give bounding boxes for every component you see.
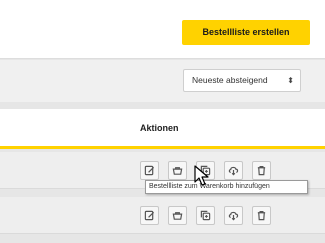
basket-icon (172, 167, 183, 175)
edit-icon (144, 165, 155, 176)
row-actions (140, 206, 271, 225)
trash-icon (257, 211, 266, 221)
sort-select[interactable]: Neueste absteigend ⬍ (183, 69, 301, 92)
download-button[interactable] (224, 206, 243, 225)
edit-button[interactable] (140, 161, 159, 180)
order-lists-page: Bestellliste erstellen Neueste absteigen… (0, 0, 325, 243)
table-header: Aktionen (0, 109, 325, 149)
sort-bar: Neueste absteigend ⬍ (0, 60, 325, 102)
sort-selected-label: Neueste absteigend (192, 75, 268, 85)
add-to-cart-button[interactable] (168, 161, 187, 180)
edit-icon (144, 210, 155, 221)
download-icon (228, 166, 239, 176)
create-order-list-button[interactable]: Bestellliste erstellen (182, 20, 310, 45)
copy-button[interactable] (196, 206, 215, 225)
actions-column-header: Aktionen (140, 123, 179, 133)
delete-button[interactable] (252, 161, 271, 180)
sort-chevron-icon: ⬍ (287, 76, 294, 85)
trash-icon (257, 166, 266, 176)
download-icon (228, 211, 239, 221)
basket-icon (172, 212, 183, 220)
add-to-cart-button[interactable] (168, 206, 187, 225)
tooltip: Bestellliste zum Warenkorb hinzufügen (145, 180, 308, 194)
mouse-pointer-icon (194, 165, 209, 186)
copy-icon (200, 210, 211, 221)
download-button[interactable] (224, 161, 243, 180)
table-row (0, 197, 325, 234)
edit-button[interactable] (140, 206, 159, 225)
header-bar: Bestellliste erstellen (0, 0, 325, 59)
delete-button[interactable] (252, 206, 271, 225)
